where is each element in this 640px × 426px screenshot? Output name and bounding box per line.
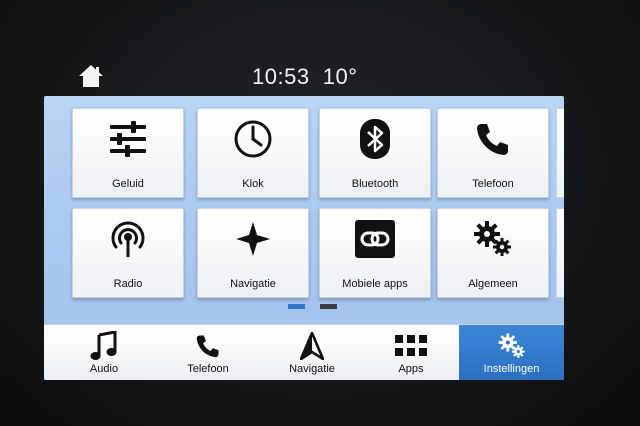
nav-label: Telefoon (187, 363, 229, 375)
tile-label: Mobiele apps (342, 278, 408, 290)
next-page-tile-peek (556, 108, 564, 198)
tile-bluetooth[interactable]: Bluetooth (319, 108, 431, 198)
music-note-icon (52, 331, 156, 361)
tile-algemeen[interactable]: Algemeen (437, 208, 549, 298)
settings-screen: Geluid Klok Bluetooth Telefoon Radio Nav… (44, 96, 564, 380)
page-dot-active[interactable] (288, 304, 305, 309)
nav-label: Instellingen (483, 363, 540, 375)
tile-mobiele-apps[interactable]: Mobiele apps (319, 208, 431, 298)
tile-geluid[interactable]: Geluid (72, 108, 184, 198)
nav-instellingen[interactable]: Instellingen (459, 325, 564, 380)
phone-icon (438, 117, 548, 161)
tile-klok[interactable]: Klok (197, 108, 309, 198)
nav-label: Audio (89, 363, 119, 375)
bottom-nav-bar: Audio Telefoon Navigatie Apps Instelling… (44, 324, 564, 380)
gears-icon (459, 331, 564, 361)
link-icon (320, 217, 430, 261)
tile-label: Klok (242, 178, 264, 190)
bluetooth-icon (320, 117, 430, 161)
nav-apps[interactable]: Apps (359, 325, 463, 380)
nav-label: Apps (398, 363, 424, 375)
page-dot[interactable] (320, 304, 337, 309)
tile-navigatie[interactable]: Navigatie (197, 208, 309, 298)
tile-label: Radio (113, 278, 143, 290)
tile-radio[interactable]: Radio (72, 208, 184, 298)
tile-telefoon[interactable]: Telefoon (437, 108, 549, 198)
tile-label: Geluid (112, 178, 144, 190)
compass-star-icon (198, 217, 308, 261)
nav-label: Navigatie (289, 363, 335, 375)
nav-navigatie[interactable]: Navigatie (260, 325, 364, 380)
radio-antenna-icon (73, 217, 183, 261)
home-icon[interactable] (78, 64, 104, 88)
tile-label: Algemeen (468, 278, 518, 290)
tile-label: Telefoon (472, 178, 514, 190)
clock-time: 10:53 (252, 64, 310, 89)
equalizer-icon (73, 117, 183, 161)
tile-label: Bluetooth (351, 178, 399, 190)
nav-telefoon[interactable]: Telefoon (156, 325, 260, 380)
status-readout: 10:53 10° (252, 64, 358, 90)
outside-temperature: 10° (322, 64, 358, 89)
gears-icon (438, 217, 548, 261)
phone-icon (156, 331, 260, 361)
navigation-arrow-icon (260, 331, 364, 361)
next-page-tile-peek (556, 208, 564, 298)
status-bar: 10:53 10° (40, 58, 580, 96)
tile-label: Navigatie (230, 278, 276, 290)
nav-audio[interactable]: Audio (52, 325, 156, 380)
clock-icon (198, 117, 308, 161)
grid-icon (359, 331, 463, 361)
